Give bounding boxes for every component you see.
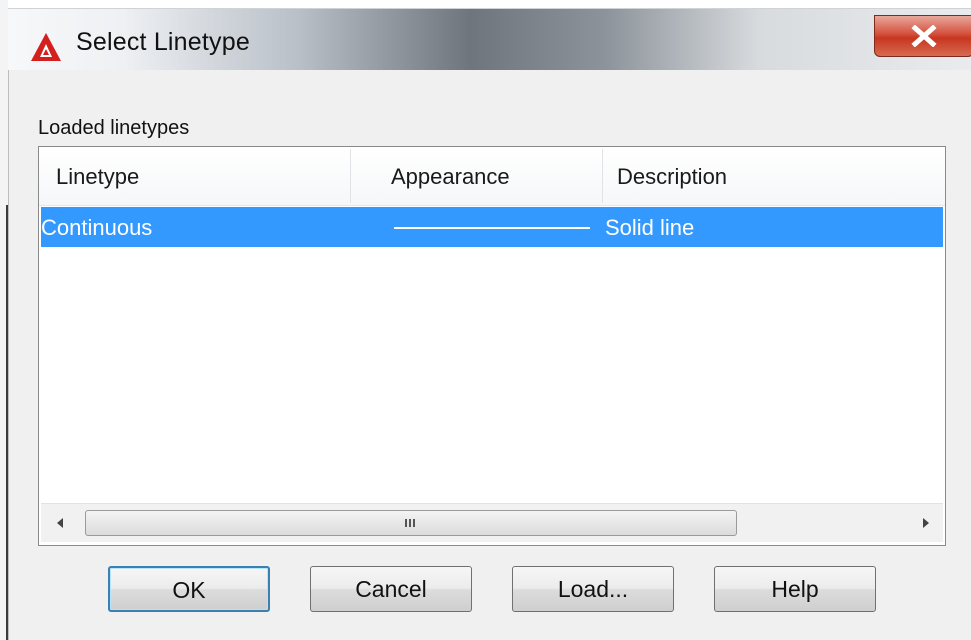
- column-separator[interactable]: [350, 149, 351, 203]
- loaded-linetypes-label: Loaded linetypes: [38, 117, 190, 139]
- ok-button[interactable]: OK: [108, 566, 270, 612]
- cancel-button[interactable]: Cancel: [310, 566, 472, 612]
- linetype-name: Continuous: [41, 215, 153, 240]
- load-button[interactable]: Load...: [512, 566, 674, 612]
- scroll-right-arrow-icon[interactable]: [915, 512, 937, 534]
- linetype-list[interactable]: Linetype Appearance Description Continuo…: [38, 146, 946, 546]
- close-x-icon: [911, 25, 937, 47]
- table-row[interactable]: Continuous Solid line: [41, 207, 943, 247]
- help-button[interactable]: Help: [714, 566, 876, 612]
- solid-line-sample: [394, 227, 590, 229]
- column-separator[interactable]: [602, 149, 603, 203]
- close-button[interactable]: [874, 15, 971, 57]
- linetype-description: Solid line: [605, 215, 695, 240]
- list-header: Linetype Appearance Description: [39, 147, 945, 206]
- title-bar[interactable]: Select Linetype: [8, 8, 971, 71]
- column-header-description[interactable]: Description: [617, 147, 727, 205]
- scroll-grip-icon: [405, 519, 415, 527]
- window-title: Select Linetype: [76, 28, 250, 56]
- column-header-linetype[interactable]: Linetype: [56, 147, 139, 205]
- column-header-appearance[interactable]: Appearance: [391, 147, 510, 205]
- horizontal-scrollbar[interactable]: [41, 503, 943, 542]
- scrollbar-thumb[interactable]: [85, 510, 737, 536]
- autocad-a-icon: [31, 33, 61, 61]
- scroll-left-arrow-icon[interactable]: [49, 512, 71, 534]
